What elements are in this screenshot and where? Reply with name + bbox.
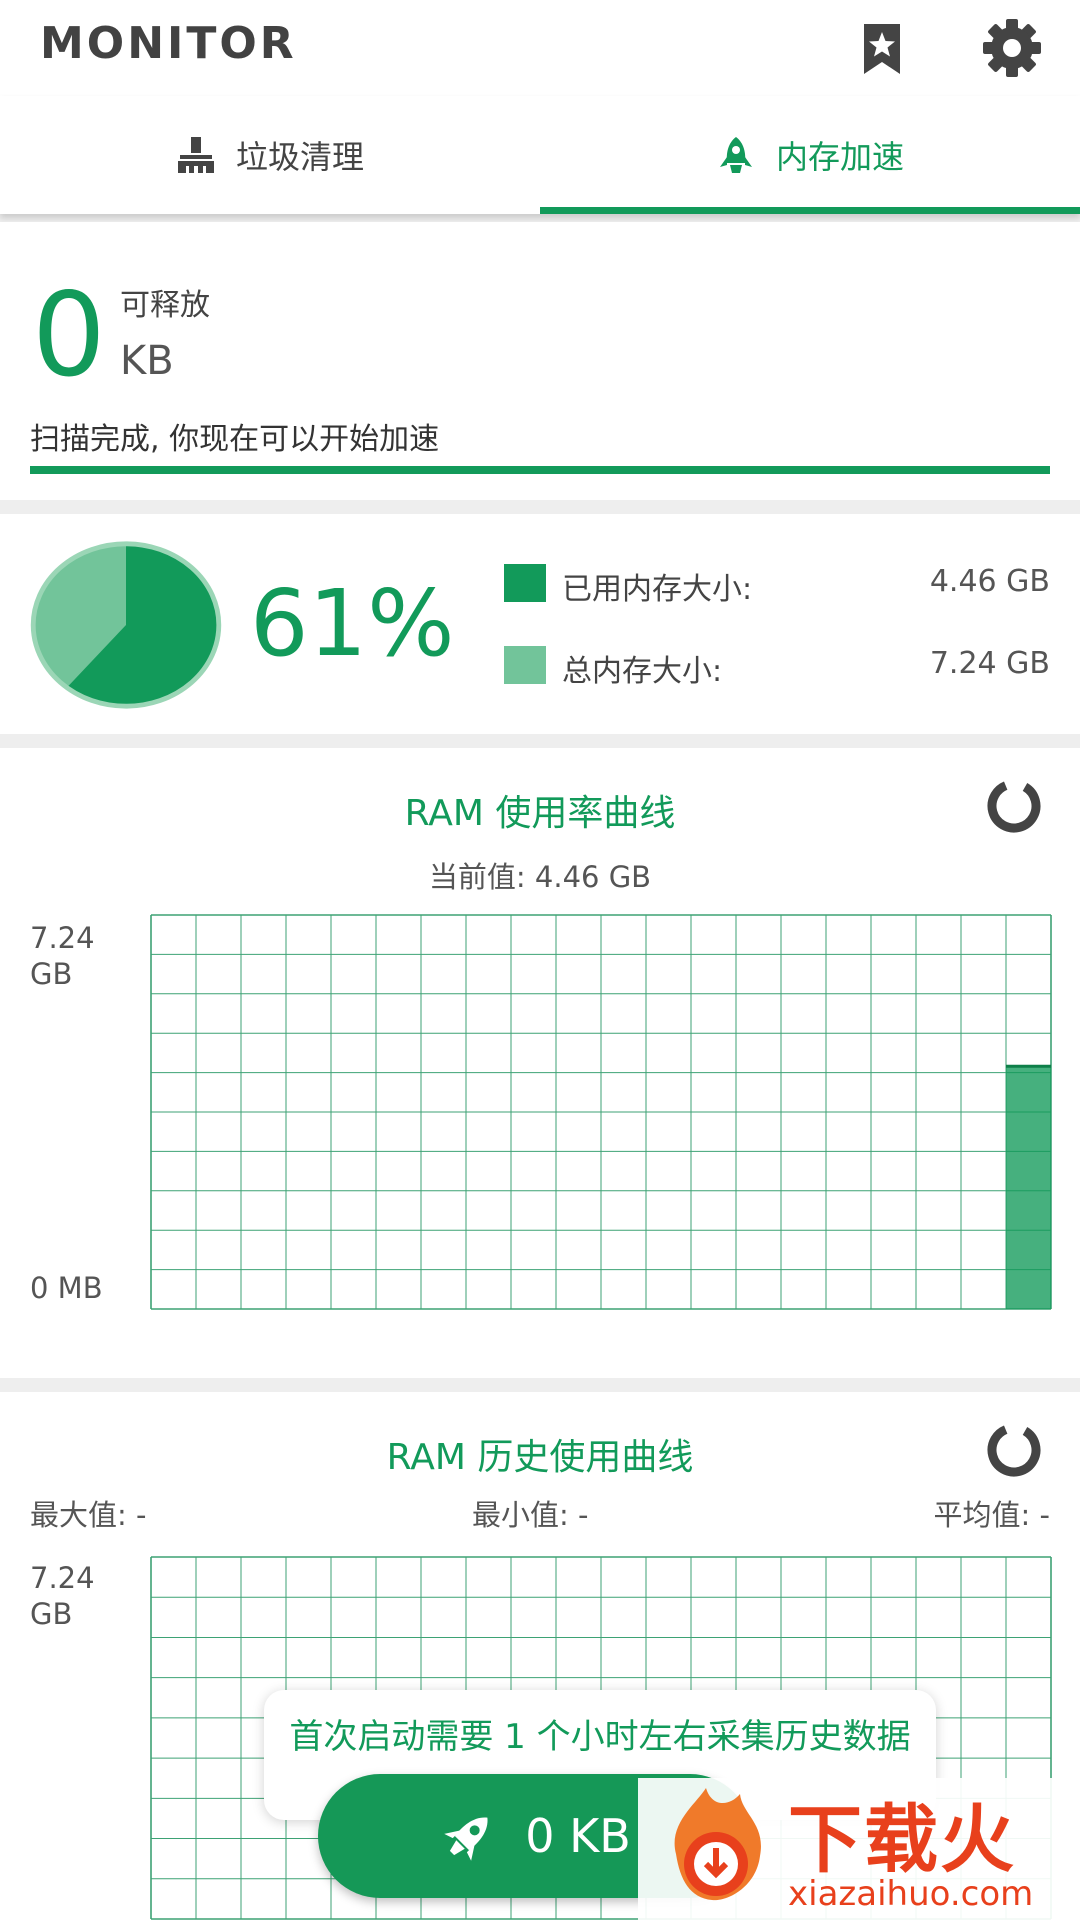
current-value-label: 当前值: 4.46 GB [428, 860, 652, 894]
tab-junk-clean-label: 垃圾清理 [235, 138, 364, 176]
history-avg-stat: 平均值: - [933, 1498, 1050, 1532]
flame-logo-icon [674, 1788, 761, 1901]
legend-total-value: 7.24 GB [929, 646, 1050, 681]
legend-total-swatch [504, 646, 546, 684]
memory-pie-chart [30, 541, 222, 709]
broom-icon [177, 137, 214, 173]
gear-icon[interactable] [982, 18, 1042, 78]
memory-summary-card: 61% 已用内存大小: 4.46 GB 总内存大小: 7.24 GB [0, 514, 1080, 734]
y-axis-max-label: 7.24 GB [30, 921, 95, 991]
release-card: 0 可释放 KB 扫描完成, 你现在可以开始加速 [0, 222, 1080, 500]
release-amount: 0 [32, 268, 106, 403]
watermark-site: xiazaihuo.com [788, 1874, 1034, 1914]
ram-history-chart-title: RAM 历史使用曲线 [386, 1437, 694, 1478]
memory-percent: 61% [250, 570, 455, 677]
scan-progress-bar [30, 466, 1050, 474]
watermark: 下载火 xiazaihuo.com [638, 1778, 1080, 1920]
legend-used-label: 已用内存大小: [562, 572, 753, 607]
ram-usage-chart-title: RAM 使用率曲线 [404, 793, 676, 834]
boost-button-label: 0 KB [525, 1809, 631, 1863]
usage-area-point [1006, 1066, 1051, 1309]
tab-junk-clean[interactable]: 垃圾清理 [0, 96, 540, 214]
tab-bar: 垃圾清理 内存加速 [0, 96, 1080, 214]
ram-usage-chart-card: RAM 使用率曲线 当前值: 4.46 GB 7.24 GB 0 MB [0, 748, 1080, 1378]
refresh-icon[interactable] [982, 1418, 1046, 1482]
legend-used-swatch [504, 564, 546, 602]
release-unit: KB [120, 338, 174, 384]
app-title: MONITOR [40, 18, 297, 69]
scan-progress-fill [30, 466, 1050, 474]
y-axis-min-label: 0 MB [30, 1271, 103, 1305]
history-min-stat: 最小值: - [472, 1498, 589, 1532]
rocket-icon [444, 1817, 488, 1861]
legend-total-label: 总内存大小: [562, 654, 723, 689]
refresh-icon[interactable] [982, 774, 1046, 838]
ram-usage-grid [150, 914, 1052, 1310]
release-label: 可释放 [120, 288, 210, 323]
tab-memory-boost[interactable]: 内存加速 [540, 96, 1080, 214]
y-axis-max-label: 7.24 GB [30, 1561, 95, 1631]
toast-text: 首次启动需要 1 个小时左右采集历史数据 [289, 1717, 911, 1757]
rocket-icon [719, 137, 752, 173]
scan-status-text: 扫描完成, 你现在可以开始加速 [30, 422, 440, 457]
legend-used-value: 4.46 GB [929, 564, 1050, 599]
tab-memory-boost-label: 内存加速 [775, 138, 904, 176]
history-max-stat: 最大值: - [30, 1498, 147, 1532]
active-tab-indicator [540, 207, 1080, 214]
bookmark-star-icon[interactable] [852, 18, 912, 78]
watermark-brand: 下载火 [788, 1797, 1016, 1883]
app-bar: MONITOR [0, 0, 1080, 96]
